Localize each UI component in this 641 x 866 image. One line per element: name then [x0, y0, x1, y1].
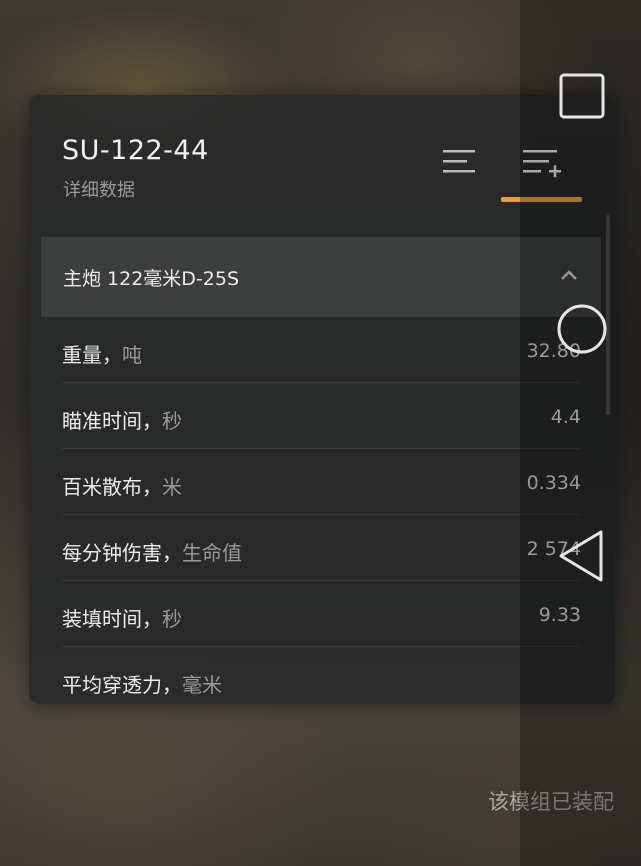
vehicle-title: SU-122-44 [62, 135, 209, 166]
stat-label: 每分钟伤害， [62, 541, 182, 565]
stat-unit: 米 [162, 475, 182, 499]
stat-label: 百米散布， [62, 475, 162, 499]
stat-unit: 秒 [162, 409, 182, 433]
home-button[interactable] [555, 302, 609, 356]
stat-unit: 吨 [122, 343, 142, 367]
gun-section-title: 主炮 122毫米D-25S [63, 268, 240, 290]
stat-label: 装填时间， [62, 607, 162, 631]
stat-unit: 秒 [162, 607, 182, 631]
back-icon [559, 530, 603, 582]
list-icon [443, 150, 475, 173]
back-button[interactable] [555, 527, 607, 585]
stat-label: 平均穿透力， [62, 673, 182, 697]
gun-section-header[interactable]: 主炮 122毫米D-25S [41, 237, 601, 317]
panel-subtitle: 详细数据 [63, 180, 135, 201]
stat-unit: 毫米 [182, 673, 222, 697]
home-icon [557, 304, 607, 354]
stat-label: 瞄准时间， [62, 409, 162, 433]
app-background: SU-122-44 详细数据 主炮 122毫米D-25S 重量，吨 32.80 … [0, 0, 641, 866]
stat-unit: 生命值 [182, 541, 242, 565]
recent-apps-button[interactable] [559, 73, 605, 119]
tab-basic-list[interactable] [441, 147, 479, 177]
stat-label: 重量， [62, 343, 122, 367]
recent-apps-icon [559, 73, 605, 119]
system-navigation-bar [520, 0, 641, 866]
